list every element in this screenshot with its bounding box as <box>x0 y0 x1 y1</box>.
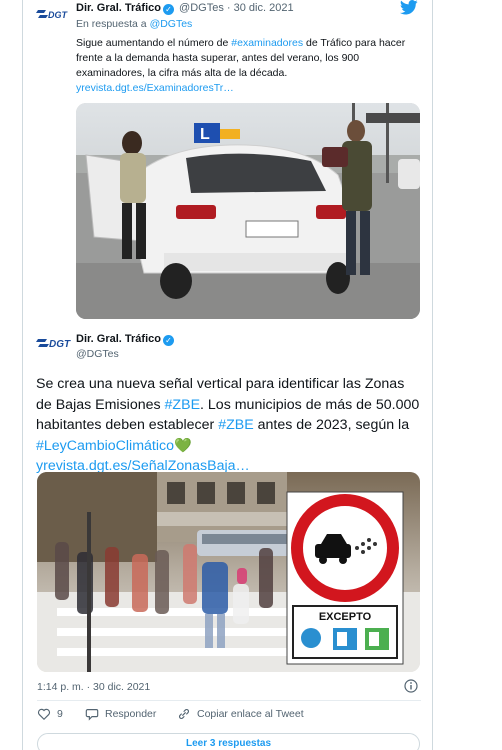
main-tweet-text: Se crea una nueva señal vertical para id… <box>36 374 424 477</box>
author-name[interactable]: Dir. Gral. Tráfico <box>76 333 161 345</box>
hashtag-zbe-link[interactable]: #ZBE <box>218 417 253 433</box>
author-handle[interactable]: @DGTes <box>179 2 224 14</box>
author-handle[interactable]: @DGTes <box>76 348 119 360</box>
timeline-border-left <box>22 0 23 750</box>
like-count: 9 <box>57 708 63 720</box>
like-button[interactable]: 9 <box>37 707 63 721</box>
tweet-timestamp[interactable]: 1:14 p. m. · 30 dic. 2021 <box>37 681 150 693</box>
reply-bubble-icon <box>85 709 99 721</box>
timeline-border-right <box>432 0 433 750</box>
hashtag-examinadores-link[interactable]: #examinadores <box>231 37 303 49</box>
article-link[interactable]: yrevista.dgt.es/ExaminadoresTr… <box>76 82 234 94</box>
l-sign-letter: L <box>200 126 210 143</box>
text-segment: Sigue aumentando el número de <box>76 37 232 49</box>
author-name[interactable]: Dir. Gral. Tráfico <box>76 2 161 14</box>
tweet-date[interactable]: 30 dic. 2021 <box>234 2 294 14</box>
hashtag-zbe-link[interactable]: #ZBE <box>165 397 200 413</box>
heart-icon <box>37 708 51 721</box>
verified-badge-icon: ✓ <box>162 4 174 15</box>
reply-mention-link[interactable]: @DGTes <box>150 18 193 30</box>
reply-button[interactable]: Responder <box>85 707 156 721</box>
info-icon[interactable] <box>404 679 418 693</box>
reply-label: Responder <box>105 708 157 720</box>
read-replies-button[interactable]: Leer 3 respuestas <box>37 733 420 750</box>
reply-tweet-header: Dir. Gral. Tráfico ✓ @DGTes · 30 dic. 202… <box>76 2 294 15</box>
reply-tweet-text: Sigue aumentando el número de #examinado… <box>76 36 424 96</box>
date-separator: · <box>226 2 231 14</box>
green-heart-icon: 💚 <box>174 437 192 454</box>
author-name-row: Dir. Gral. Tráfico ✓ <box>76 333 176 346</box>
reply-prefix: En respuesta a <box>76 18 147 30</box>
divider <box>37 700 421 701</box>
excepto-sign-text: EXCEPTO <box>319 611 372 623</box>
copy-link-label: Copiar enlace al Tweet <box>197 708 304 720</box>
low-emission-zone-photo[interactable]: EXCEPTO <box>37 472 420 672</box>
twitter-bird-icon[interactable] <box>400 0 418 15</box>
verified-badge-icon: ✓ <box>162 335 174 346</box>
dgt-logo-text: DGT <box>49 339 71 350</box>
dgt-logo-text: DGT <box>48 10 69 20</box>
driving-exam-photo[interactable]: L <box>76 103 420 319</box>
copy-link-button[interactable]: Copiar enlace al Tweet <box>177 707 304 721</box>
in-reply-to: En respuesta a @DGTes <box>76 18 192 30</box>
link-icon <box>179 709 189 719</box>
dgt-logo-icon[interactable]: DGT <box>36 332 72 354</box>
hashtag-ley-link[interactable]: #LeyCambioClimático <box>36 438 174 454</box>
dgt-logo-icon[interactable]: DGT <box>36 4 70 24</box>
text-segment: antes de 2023, según la <box>253 417 410 433</box>
